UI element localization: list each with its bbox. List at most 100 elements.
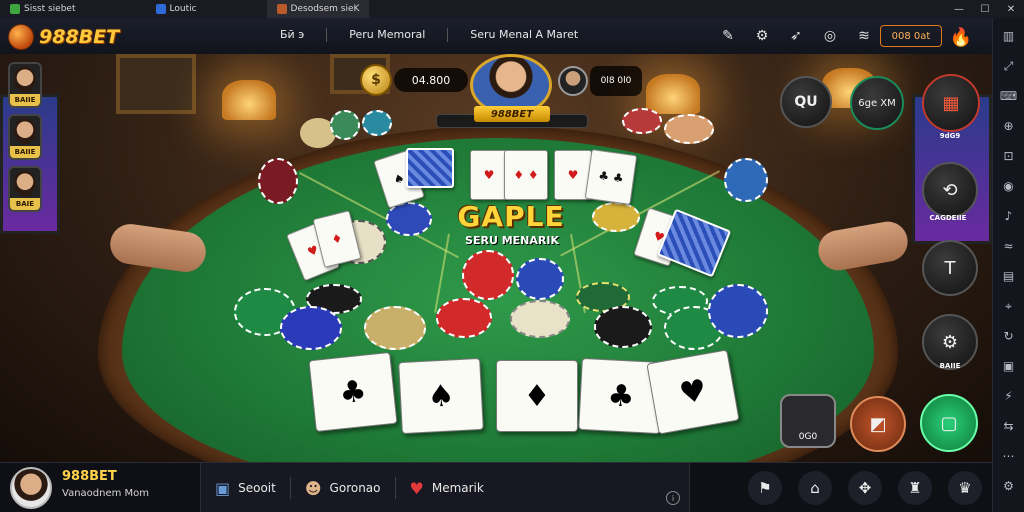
chip-stack: [510, 300, 570, 338]
hand-card[interactable]: ♣: [308, 351, 398, 433]
window-tab-bar: Sisst siebet Loutic Desodsem sieK — ☐ ✕: [0, 0, 1024, 18]
screenshot-icon[interactable]: ⊡: [999, 146, 1019, 166]
minimize-button[interactable]: —: [946, 0, 972, 18]
crown-icon[interactable]: ♛: [948, 471, 982, 505]
menu-item-favorite[interactable]: ♥ Memarik: [396, 473, 498, 503]
rotate-icon[interactable]: ↻: [999, 326, 1019, 346]
more-icon[interactable]: ⋯: [999, 446, 1019, 466]
gamepad-icon[interactable]: ⊕: [999, 116, 1019, 136]
my-avatar[interactable]: [10, 467, 52, 509]
chip-stack: [362, 110, 392, 136]
qu-button[interactable]: QU: [780, 76, 832, 128]
playing-card[interactable]: ♣ ♣: [584, 149, 638, 205]
side-player-3[interactable]: BAIE: [8, 166, 42, 212]
rocket-icon[interactable]: ➶: [786, 26, 806, 46]
chip-stack: [594, 306, 652, 348]
fullscreen-icon[interactable]: ⤢: [999, 56, 1019, 76]
gear-icon: ⚙: [941, 331, 959, 353]
chip-stack: [724, 158, 768, 202]
side-player-2[interactable]: BAIIE: [8, 114, 42, 160]
header-nav: Бӣ э Peru Memoral Seru Menal A Maret: [280, 28, 578, 42]
globe-icon[interactable]: ◎: [820, 26, 840, 46]
record-icon[interactable]: ◉: [999, 176, 1019, 196]
menu-item-label: Seooit: [238, 481, 276, 495]
player-icon: ☻: [304, 478, 322, 498]
nav-item-seru[interactable]: Seru Menal A Maret: [470, 28, 578, 42]
side-player-1[interactable]: BAIIE: [8, 62, 42, 108]
tab-app[interactable]: Sisst siebet: [0, 0, 86, 18]
qu-button-text: QU: [794, 94, 818, 110]
close-button[interactable]: ✕: [998, 0, 1024, 18]
chat-button[interactable]: ◩: [850, 396, 906, 452]
nav-item-home[interactable]: Бӣ э: [280, 28, 304, 42]
balance-badge-text: 008 0at: [891, 30, 931, 42]
hand-card[interactable]: ♠: [398, 357, 484, 435]
wifi-icon[interactable]: ≋: [854, 26, 874, 46]
folder-icon[interactable]: ▤: [999, 266, 1019, 286]
hand-card[interactable]: ♥: [646, 349, 740, 435]
basketball-icon: [8, 24, 34, 50]
balance-badge[interactable]: 008 0at: [880, 25, 942, 47]
maximize-button[interactable]: ☐: [972, 0, 998, 18]
sync-icon[interactable]: ⇆: [999, 416, 1019, 436]
menu-item-label: Memarik: [431, 481, 484, 495]
window-icon: [155, 4, 166, 14]
gift-button-text: 6ge XM: [858, 97, 896, 109]
rank-badge[interactable]: 0G0: [780, 394, 836, 448]
app-icon: [10, 4, 20, 14]
tab-label: Loutic: [169, 4, 197, 14]
playing-card[interactable]: ♦ ♦: [504, 150, 548, 200]
opponent-avatar[interactable]: [558, 66, 588, 96]
sidebar-icon[interactable]: ▥: [999, 26, 1019, 46]
game-header: 988BET Бӣ э Peru Memoral Seru Menal A Ma…: [0, 18, 992, 54]
brand-logo[interactable]: 988BET: [8, 24, 119, 50]
settings-icon[interactable]: ⚙: [999, 476, 1019, 496]
apk-icon[interactable]: ▣: [999, 356, 1019, 376]
game-subtitle: SERU MENARIK: [465, 234, 559, 247]
location-icon[interactable]: ⌖: [999, 296, 1019, 316]
tab-game[interactable]: Desodsem sieK: [266, 0, 370, 18]
fire-mascot-icon[interactable]: 🔥: [948, 24, 974, 50]
home-icon[interactable]: ⌂: [798, 471, 832, 505]
move-icon[interactable]: ✥: [848, 471, 882, 505]
hand-card[interactable]: ♦: [496, 360, 578, 432]
refresh-button[interactable]: ⟲: [922, 162, 978, 218]
menu-item-label: Goronao: [329, 481, 381, 495]
nav-divider: [447, 28, 449, 42]
tool-button[interactable]: T: [922, 240, 978, 296]
info-icon[interactable]: i: [666, 491, 680, 505]
playing-card[interactable]: ♥: [470, 150, 508, 200]
tab-label: Sisst siebet: [24, 4, 76, 14]
flag-icon[interactable]: ⚑: [748, 471, 782, 505]
lamp: [222, 80, 276, 120]
tab-label: Desodsem sieK: [290, 4, 360, 14]
nav-item-peru[interactable]: Peru Memoral: [349, 28, 425, 42]
game-title: GAPLE: [457, 200, 565, 233]
chat-icon: ◩: [869, 413, 887, 435]
chip-stack: [516, 258, 564, 300]
side-player-label: BAIIE: [10, 146, 40, 158]
settings-button-label: BAIIE: [939, 362, 961, 370]
bottom-menu: ▣ Seooit ☻ Goronao ♥ Memarik: [200, 463, 690, 512]
tab-loutic[interactable]: Loutic: [146, 0, 207, 18]
shake-icon[interactable]: ≈: [999, 236, 1019, 256]
coin-balance: 04.800: [394, 68, 468, 92]
gift-button[interactable]: 6ge XM: [850, 76, 904, 130]
play-button[interactable]: ▢: [920, 394, 978, 452]
coin-icon: $: [360, 64, 392, 96]
avatar: [14, 66, 36, 92]
menu-item-profile[interactable]: ☻ Goronao: [291, 473, 395, 503]
chip-stack: [622, 108, 662, 134]
bag-icon[interactable]: ♜: [898, 471, 932, 505]
settings-icon[interactable]: ⚙: [752, 26, 772, 46]
shop-button[interactable]: ▦: [922, 74, 980, 132]
edit-icon[interactable]: ✎: [718, 26, 738, 46]
volume-icon[interactable]: ♪: [999, 206, 1019, 226]
card-back: [406, 148, 454, 188]
keyboard-icon[interactable]: ⌨: [999, 86, 1019, 106]
macro-icon[interactable]: ⚡: [999, 386, 1019, 406]
app-window: Sisst siebet Loutic Desodsem sieK — ☐ ✕ …: [0, 0, 1024, 512]
brand-name: 988BET: [39, 26, 120, 48]
wall-painting: [116, 54, 196, 114]
menu-item-deposit[interactable]: ▣ Seooit: [201, 473, 290, 503]
